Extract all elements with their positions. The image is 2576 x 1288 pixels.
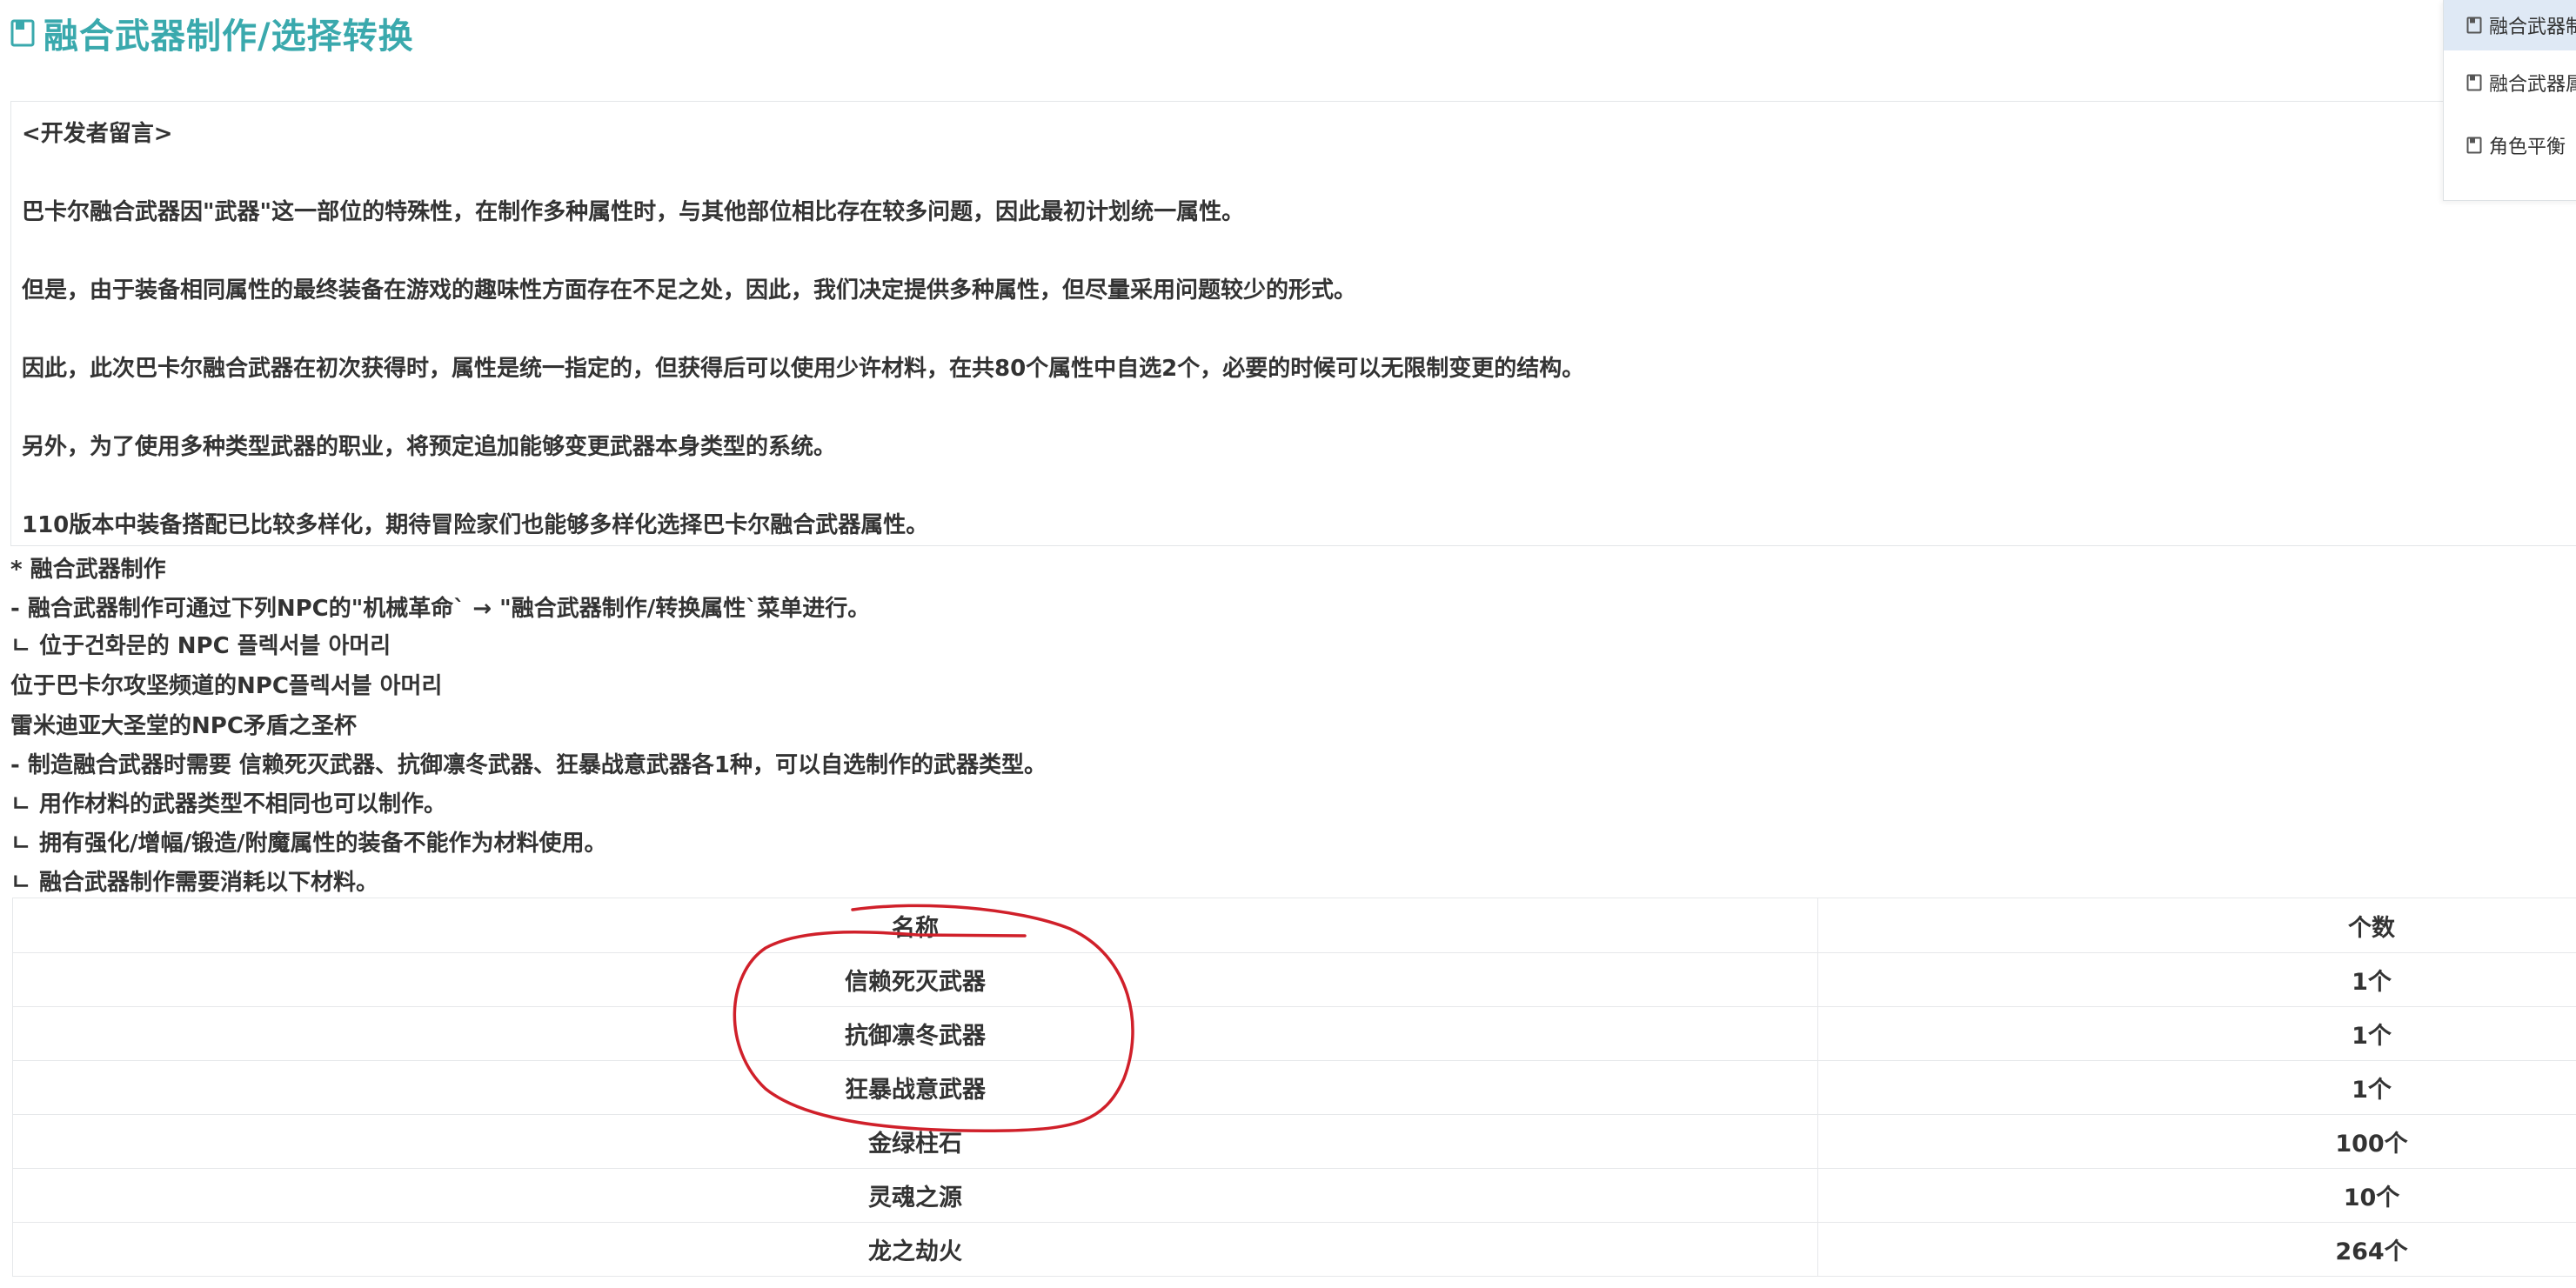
document-icon [10, 19, 35, 47]
material-name: 灵魂之源 [13, 1168, 1818, 1222]
body-text-line: ㄴ 拥有强化/增幅/锻造/附魔属性的装备不能作为材料使用。 [10, 831, 607, 857]
material-name: 信赖死灭武器 [13, 952, 1818, 1006]
body-text-line: 位于巴卡尔攻坚频道的NPC플렉서블 아머리 [10, 673, 443, 699]
toc-item[interactable]: 融合武器制作/选择转换 [2444, 0, 2576, 50]
body-text-line: ㄴ 融合武器制作需要消耗以下材料。 [10, 870, 378, 896]
material-count: 1个 [2352, 1076, 2392, 1104]
wiki-page: 融合武器制作/选择转换 <开发者留言> 巴卡尔融合武器因"武器"这一部位的特殊性… [0, 0, 2576, 1288]
body-text-line: - 融合武器制作可通过下列NPC的"机械革命` → "融合武器制作/转换属性`菜… [10, 596, 871, 622]
developer-note-paragraph: 巴卡尔融合武器因"武器"这一部位的特殊性，在制作多种属性时，与其他部位相比存在较… [22, 199, 1245, 225]
page-title: 融合武器制作/选择转换 [10, 7, 414, 59]
material-count: 1个 [2352, 1022, 2392, 1050]
material-name: 狂暴战意武器 [13, 1060, 1818, 1114]
developer-note-heading: <开发者留言> [22, 121, 173, 147]
table-header-cell: 名称 [13, 898, 1818, 952]
table-of-contents-panel: 融合武器制作/选择转换 融合武器属性 角色平衡 [2443, 0, 2576, 201]
material-count: 10个 [2343, 1184, 2400, 1211]
toc-item[interactable]: 融合武器属性 [2444, 57, 2576, 108]
page-title-text: 融合武器制作/选择转换 [43, 17, 414, 57]
document-icon [2466, 17, 2482, 34]
table-header-row: 名称 个数 [12, 898, 2576, 953]
material-count: 264个 [2335, 1238, 2408, 1265]
developer-note-paragraph: 但是，由于装备相同属性的最终装备在游戏的趣味性方面存在不足之处，因此，我们决定提… [22, 277, 1357, 304]
material-name: 抗御凛冬武器 [13, 1006, 1818, 1060]
body-text-line: 雷米迪亚大圣堂的NPC矛盾之圣杯 [10, 713, 357, 739]
table-row: 金绿柱石 100个 [12, 1114, 2576, 1169]
material-name: 金绿柱石 [13, 1114, 1818, 1168]
developer-note-box: <开发者留言> 巴卡尔融合武器因"武器"这一部位的特殊性，在制作多种属性时，与其… [10, 101, 2576, 546]
table-row: 信赖死灭武器 1个 [12, 952, 2576, 1007]
toc-item-label: 融合武器属性 [2489, 74, 2576, 96]
material-count: 1个 [2352, 968, 2392, 996]
table-header-cell: 个数 [2348, 914, 2395, 942]
developer-note-paragraph: 因此，此次巴卡尔融合武器在初次获得时，属性是统一指定的，但获得后可以使用少许材料… [22, 356, 1585, 382]
body-text-line: - 制造融合武器时需要 信赖死灭武器、抗御凛冬武器、狂暴战意武器各1种，可以自选… [10, 752, 1047, 778]
body-text-line: ㄴ 位于건화문的 NPC 플렉서블 아머리 [10, 633, 391, 659]
document-icon [2466, 74, 2482, 91]
table-row: 灵魂之源 10个 [12, 1168, 2576, 1223]
developer-note-paragraph: 另外，为了使用多种类型武器的职业，将预定追加能够变更武器本身类型的系统。 [22, 434, 837, 460]
section-heading: * 融合武器制作 [10, 557, 166, 583]
table-row: 抗御凛冬武器 1个 [12, 1006, 2576, 1061]
body-text-line: ㄴ 用作材料的武器类型不相同也可以制作。 [10, 791, 446, 818]
developer-note-paragraph: 110版本中装备搭配已比较多样化，期待冒险家们也能够多样化选择巴卡尔融合武器属性… [22, 512, 929, 538]
document-icon [2466, 137, 2482, 154]
toc-item-label: 角色平衡 [2489, 137, 2566, 158]
table-row: 龙之劫火 264个 [12, 1222, 2576, 1277]
toc-item[interactable]: 角色平衡 [2444, 120, 2576, 170]
material-name: 龙之劫火 [13, 1222, 1818, 1276]
toc-item-label: 融合武器制作/选择转换 [2489, 17, 2576, 38]
table-row: 狂暴战意武器 1个 [12, 1060, 2576, 1115]
material-count: 100个 [2335, 1130, 2408, 1158]
